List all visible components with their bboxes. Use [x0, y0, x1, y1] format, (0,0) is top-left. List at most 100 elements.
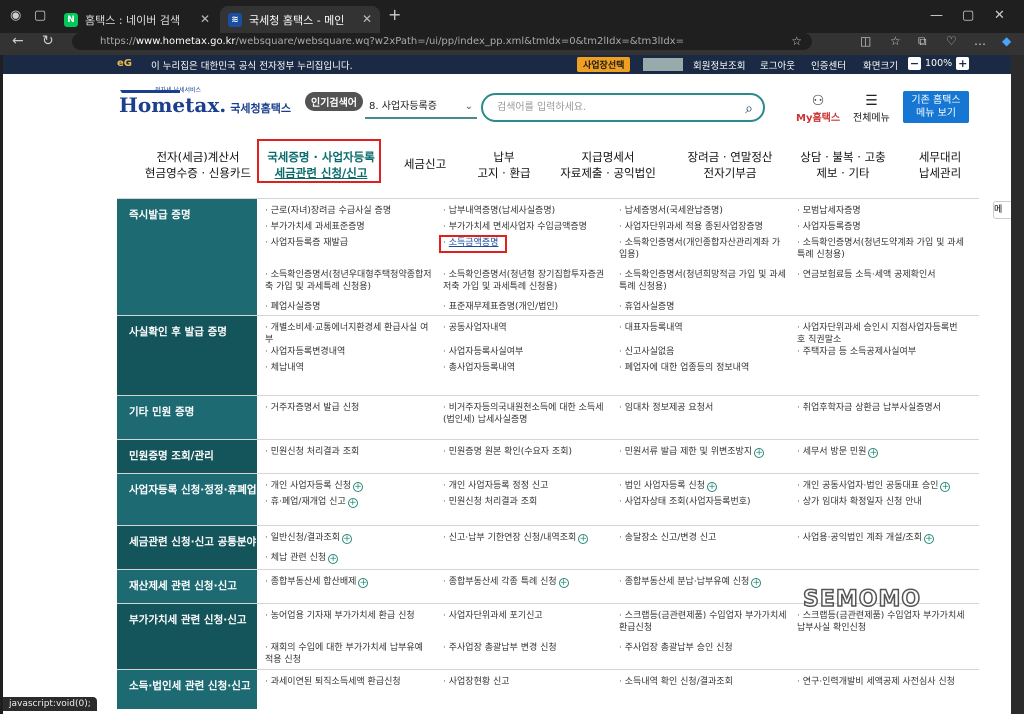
menu-item-link[interactable]: 민원신청 처리결과 조회 [443, 496, 611, 508]
hometax-logo[interactable]: Hometax. 국세청홈택스 전자세 납세서비스 [119, 87, 291, 117]
expand-plus-icon[interactable]: + [924, 534, 934, 544]
menu-item-link[interactable]: 송달장소 신고/변경 신고 [619, 532, 787, 544]
split-screen-icon[interactable]: ◫ [860, 34, 871, 48]
menu-item-link[interactable]: 개별소비세·교통에너지환경세 환급사실 여부 [265, 322, 433, 346]
search-icon[interactable]: ⌕ [745, 97, 753, 122]
menu-item-link[interactable]: 법인 사업자등록 신청+ [619, 480, 787, 492]
menu-row-heading[interactable]: 기타 민원 증명 [117, 396, 257, 439]
menu-item-link[interactable]: 체납 관련 신청+ [265, 552, 433, 564]
close-tab-icon[interactable]: ✕ [362, 12, 372, 26]
menu-item-link[interactable]: 공동사업자내역 [443, 322, 611, 334]
menu-item-link[interactable]: 과세이연된 퇴직소득세액 환급신청 [265, 676, 433, 688]
menu-item-link[interactable]: 폐업자에 대한 업종등의 정보내역 [619, 362, 787, 374]
menu-item-link[interactable]: 소득내역 확인 신청/결과조회 [619, 676, 787, 688]
my-hometax-button[interactable]: ⚇ My홈택스 [796, 93, 840, 124]
menu-item-link[interactable]: 소득확인증명서(청년희망적금 가입 및 과세특례 신청용) [619, 269, 787, 293]
back-icon[interactable]: ← [12, 33, 24, 49]
expand-plus-icon[interactable]: + [868, 448, 879, 458]
menu-item-link[interactable]: 사업용·공익법인 계좌 개설/조회+ [797, 532, 965, 544]
menu-item-link[interactable]: 개인 사업자등록 정정 신고 [443, 480, 611, 492]
expand-plus-icon[interactable]: + [578, 534, 589, 544]
menu-item-link[interactable]: 납부내역증명(납세사실증명) [443, 205, 611, 217]
menu-item-link[interactable]: 종합부동산세 분납·납부유예 신청+ [619, 576, 787, 588]
menu-item-link[interactable]: 연금보험료등 소득·세액 공제확인서 [797, 269, 965, 281]
menu-row-heading[interactable]: 세금관련 신청·신고 공통분야 [117, 526, 257, 569]
expand-plus-icon[interactable]: + [754, 448, 765, 458]
browser-tab-hometax[interactable]: ≋ 국세청 홈택스 - 메인 ✕ [220, 6, 380, 33]
more-icon[interactable]: … [974, 34, 986, 48]
menu-item-link[interactable]: 사업자상태 조회(사업자등록번호) [619, 496, 787, 508]
tab-actions-icon[interactable]: ▢ [34, 8, 46, 23]
menu-item-link[interactable]: 납세증명서(국세완납증명) [619, 205, 787, 217]
profile-icon[interactable]: ◉ [10, 8, 21, 23]
expand-plus-icon[interactable]: + [751, 578, 762, 588]
close-tab-icon[interactable]: ✕ [200, 12, 210, 26]
menu-item-link[interactable]: 민원신청 처리결과 조회 [265, 446, 433, 458]
gnb-e-invoice[interactable]: 전자(세금)계산서 현금영수증 · 신용카드 [143, 149, 253, 181]
menu-item-link[interactable]: 소득확인증명서(청년도약계좌 가입 및 과세특례 신청용) [797, 237, 965, 261]
all-menu-button[interactable]: ☰ 전체메뉴 [853, 93, 890, 124]
menu-row-heading[interactable]: 사실확인 후 발급 증명 [117, 316, 257, 395]
auth-center-link[interactable]: 인증센터 [811, 58, 846, 72]
logout-link[interactable]: 로그아웃 [760, 58, 795, 72]
page-scrollbar[interactable] [1011, 55, 1024, 714]
popular-keyword-select[interactable]: 8. 사업자등록증 ⌄ [365, 95, 477, 119]
expand-plus-icon[interactable]: + [358, 578, 369, 588]
menu-item-link[interactable]: 임대차 정보제공 요청서 [619, 402, 787, 414]
menu-item-link[interactable]: 일반신청/결과조회+ [265, 532, 433, 544]
menu-item-link[interactable]: 종합부동산세 각종 특례 신청+ [443, 576, 611, 588]
menu-item-link[interactable]: 개인 사업자등록 신청+ [265, 480, 433, 492]
menu-item-link[interactable]: 휴업사실증명 [619, 301, 787, 313]
menu-item-link[interactable]: 농어업용 기자재 부가가치세 환급 신청 [265, 610, 433, 622]
gnb-tax-agent[interactable]: 세무대리 납세관리 [905, 149, 975, 181]
new-tab-icon[interactable]: + [388, 5, 401, 24]
heart-icon[interactable]: ♡ [946, 34, 957, 48]
screen-size-link[interactable]: 화면크기 [863, 58, 898, 72]
menu-item-link[interactable]: 총사업자등록내역 [443, 362, 611, 374]
favorites-icon[interactable]: ☆ [890, 34, 901, 48]
zoom-in-button[interactable]: + [956, 57, 970, 70]
browser-tab-naver[interactable]: N 홈택스 : 네이버 검색 ✕ [56, 6, 218, 33]
gnb-incentive[interactable]: 장려금 · 연말정산 전자기부금 [675, 149, 785, 181]
menu-item-link[interactable]: 체납내역 [265, 362, 433, 374]
menu-row-heading[interactable]: 부가가치세 관련 신청·신고 [117, 604, 257, 669]
menu-item-link[interactable]: 취업후학자금 상환금 납부사실증명서 [797, 402, 965, 414]
menu-row-heading[interactable]: 재산제세 관련 신청·신고 [117, 570, 257, 603]
menu-item-link[interactable]: 신고사실없음 [619, 346, 787, 358]
menu-item-link[interactable]: 부가가치세 과세표준증명 [265, 221, 433, 233]
menu-item-link[interactable]: 사업자등록사실여부 [443, 346, 611, 358]
maximize-icon[interactable]: ▢ [962, 8, 974, 23]
menu-item-link[interactable]: 사업자단위과세 적용 종된사업장증명 [619, 221, 787, 233]
side-tab[interactable]: 메 [993, 201, 1011, 219]
expand-plus-icon[interactable]: + [347, 498, 358, 508]
menu-item-link[interactable]: 주사업장 총괄납부 승인 신청 [619, 642, 787, 654]
expand-plus-icon[interactable]: + [940, 482, 951, 492]
gnb-consult[interactable]: 상담 · 불복 · 고충 제보 · 기타 [793, 149, 893, 181]
menu-item-link[interactable]: 연구·인력개발비 세액공제 사전심사 신청 [797, 676, 965, 688]
gnb-payment[interactable]: 납부 고지 · 환급 [469, 149, 539, 181]
member-info-link[interactable]: 회원정보조회 [693, 58, 745, 72]
menu-item-link[interactable]: 사업자등록증명 [797, 221, 965, 233]
classic-menu-button[interactable]: 기존 홈택스 메뉴 보기 [903, 91, 969, 123]
search-input[interactable]: 검색어를 입력하세요. ⌕ [481, 93, 765, 122]
menu-row-heading[interactable]: 소득·법인세 관련 신청·신고 [117, 670, 257, 709]
menu-item-link[interactable]: 모범납세자증명 [797, 205, 965, 217]
zoom-out-button[interactable]: − [908, 57, 921, 70]
refresh-icon[interactable]: ↻ [42, 33, 54, 49]
menu-item-link[interactable]: 민원서류 발급 제한 및 위변조방지+ [619, 446, 787, 458]
menu-item-link[interactable]: 사업자등록변경내역 [265, 346, 433, 358]
collections-icon[interactable]: ⧉ [918, 34, 927, 49]
menu-item-link[interactable]: 개인 공동사업자·법인 공동대표 승인+ [797, 480, 965, 492]
menu-row-heading[interactable]: 사업자등록 신청·정정·휴폐업 [117, 474, 257, 525]
menu-item-link[interactable]: 거주자증명서 발급 신청 [265, 402, 433, 414]
menu-item-link[interactable]: 사업장현황 신고 [443, 676, 611, 688]
menu-item-link[interactable]: 부가가치세 면세사업자 수입금액증명 [443, 221, 611, 233]
gnb-statement[interactable]: 지급명세서 자료제출 · 공익법인 [553, 149, 663, 181]
gnb-tax-filing[interactable]: 세금신고 [395, 156, 455, 172]
menu-row-heading[interactable]: 즉시발급 증명 [117, 199, 257, 315]
menu-row-heading[interactable]: 민원증명 조회/관리 [117, 440, 257, 473]
menu-item-link[interactable]: 비거주자등의국내원천소득에 대한 소득세(법인세) 납세사실증명 [443, 402, 611, 426]
expand-plus-icon[interactable]: + [328, 554, 339, 564]
menu-item-link[interactable]: 재회의 수입에 대한 부가가치세 납부유예 적용 신청 [265, 642, 433, 666]
minimize-icon[interactable]: — [930, 8, 943, 23]
